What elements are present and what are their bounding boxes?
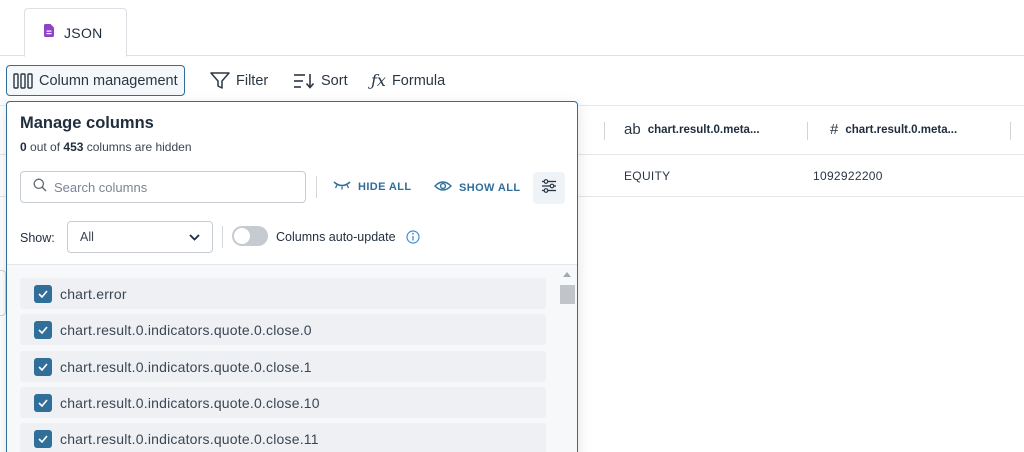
tab-bar: JSON [0, 0, 1024, 57]
sort-icon [293, 73, 315, 89]
formula-button[interactable]: ƒx Formula [365, 65, 451, 96]
column-list-item[interactable]: chart.result.0.indicators.quote.0.close.… [20, 351, 546, 382]
summary-text: out of [26, 140, 64, 154]
column-divider[interactable] [807, 122, 808, 140]
show-filter-select[interactable]: All [67, 221, 213, 253]
column-list-item[interactable]: chart.result.0.indicators.quote.0.close.… [20, 314, 546, 345]
column-list-label: chart.result.0.indicators.quote.0.close.… [60, 430, 319, 447]
column-settings-button[interactable] [533, 172, 565, 204]
tab-json[interactable]: JSON [24, 8, 127, 57]
column-list-item[interactable]: chart.error [20, 278, 546, 309]
hide-all-button[interactable]: HIDE ALL [333, 180, 412, 193]
list-scrollbar[interactable] [559, 265, 576, 452]
divider [316, 176, 317, 198]
sliders-icon [541, 178, 557, 198]
hidden-columns-summary: 0 out of 453 columns are hidden [20, 140, 192, 154]
show-label: Show: [20, 231, 55, 245]
column-list-label: chart.result.0.indicators.quote.0.close.… [60, 358, 312, 375]
column-list-item[interactable]: chart.result.0.indicators.quote.0.close.… [20, 423, 546, 452]
column-list-label: chart.result.0.indicators.quote.0.close.… [60, 321, 312, 338]
number-type-icon: # [830, 121, 839, 138]
divider [222, 226, 223, 248]
search-icon [33, 178, 47, 197]
column-list: chart.error chart.result.0.indicators.qu… [7, 264, 577, 452]
eye-icon [434, 180, 452, 195]
column-divider[interactable] [604, 122, 605, 140]
column-management-button[interactable]: Column management [6, 65, 185, 96]
search-input[interactable] [54, 179, 284, 195]
checkbox-checked[interactable] [34, 320, 52, 339]
column-management-label: Column management [39, 72, 178, 89]
json-file-icon [44, 23, 54, 42]
summary-text-end: columns are hidden [83, 140, 192, 154]
column-name: chart.result.0.meta... [845, 123, 958, 136]
filter-icon [210, 71, 230, 90]
column-list-label: chart.result.0.indicators.quote.0.close.… [60, 394, 320, 411]
auto-update-label: Columns auto-update [276, 230, 396, 244]
chevron-down-icon [189, 230, 200, 244]
checkbox-checked[interactable] [34, 284, 52, 303]
text-type-icon: ab [624, 121, 641, 138]
formula-label: Formula [391, 72, 446, 89]
checkbox-checked[interactable] [34, 429, 52, 448]
filter-label: Filter [236, 72, 269, 89]
scroll-thumb[interactable] [560, 285, 575, 304]
manage-columns-popover: Manage columns 0 out of 453 columns are … [6, 101, 578, 452]
checkbox-checked[interactable] [34, 357, 52, 376]
show-all-label: SHOW ALL [459, 181, 521, 194]
column-header[interactable]: ab chart.result.0.meta... [624, 121, 760, 138]
function-icon: ƒx [371, 71, 386, 90]
hidden-count: 0 [20, 140, 27, 154]
column-list-item[interactable]: chart.result.0.indicators.quote.0.close.… [20, 387, 546, 418]
columns-icon [13, 72, 33, 89]
search-field[interactable] [20, 171, 306, 203]
auto-update-toggle[interactable] [232, 226, 268, 246]
tab-label: JSON [64, 24, 103, 41]
show-filter-value: All [80, 230, 94, 244]
checkbox-checked[interactable] [34, 393, 52, 412]
table-cell[interactable]: 1092922200 [813, 169, 883, 183]
column-header[interactable]: # chart.result.0.meta... [830, 121, 957, 138]
filter-button[interactable]: Filter [204, 65, 274, 96]
toolbar: Column management Filter Sort ƒx Formula [0, 63, 1024, 97]
scroll-up-arrow-icon[interactable] [563, 272, 571, 277]
sort-button[interactable]: Sort [287, 65, 354, 96]
popover-title: Manage columns [20, 114, 154, 132]
sort-label: Sort [321, 72, 348, 89]
column-name: chart.result.0.meta... [647, 123, 760, 136]
column-list-label: chart.error [60, 285, 127, 302]
total-count: 453 [63, 140, 84, 154]
eye-closed-icon [333, 180, 351, 193]
info-icon[interactable] [406, 230, 420, 249]
hide-all-label: HIDE ALL [358, 180, 412, 193]
toggle-knob [234, 228, 250, 244]
table-cell[interactable]: EQUITY [624, 169, 670, 183]
show-all-button[interactable]: SHOW ALL [434, 180, 520, 195]
column-divider[interactable] [1010, 122, 1011, 140]
